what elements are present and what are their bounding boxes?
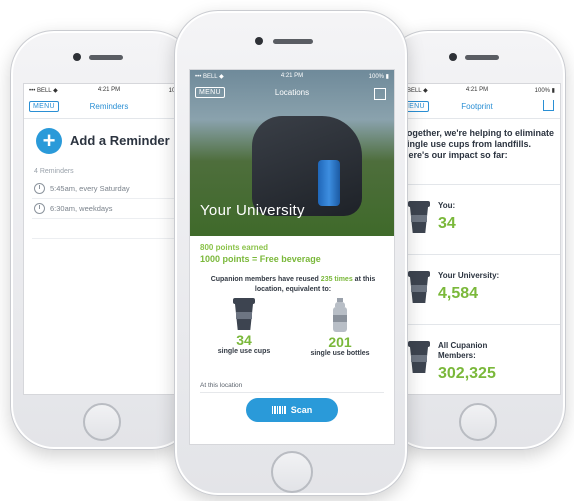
battery-label: 100% ▮ (534, 88, 555, 94)
impact-label: You: (438, 201, 456, 210)
earpiece (273, 39, 313, 44)
impact-value: 4,584 (438, 285, 479, 302)
home-button[interactable] (459, 403, 497, 441)
reuse-count: 235 times (320, 276, 353, 283)
page-title: Footprint (461, 102, 493, 111)
reminder-item[interactable]: 6:30am, weekdays (32, 200, 194, 219)
impact-row: Your University: 4,584 (394, 254, 560, 325)
reminder-count: 4 Reminders (34, 168, 74, 175)
barcode-icon (271, 406, 286, 414)
home-button[interactable] (83, 403, 121, 441)
front-camera (449, 53, 457, 61)
status-bar: ••• BELL ◆ 4:21 PM 100% ▮ (190, 70, 394, 82)
stat-label: single use cups (217, 348, 271, 355)
scan-button[interactable]: Scan (246, 398, 338, 422)
clock-icon (34, 203, 45, 214)
impact-value: 34 (438, 215, 456, 232)
impact-intro: Together, we're helping to eliminate sin… (402, 128, 554, 160)
cup-icon (408, 271, 430, 303)
page-title: Locations (274, 88, 310, 97)
reminder-time: 6:30am, weekdays (50, 204, 113, 213)
reminder-time: 5:45am, every Saturday (50, 184, 130, 193)
impact-value: 302,325 (438, 365, 496, 382)
impact-label: All Cupanion Members: (438, 341, 488, 360)
points-goal: 1000 points = Free beverage (200, 254, 321, 264)
navbar: MENU Footprint (394, 96, 560, 119)
cup-icon (233, 298, 255, 330)
status-bar: ••• BELL ◆ 4:21 PM 100% ▮ (394, 84, 560, 96)
backpack-image (252, 116, 362, 216)
battery-label: 100% ▮ (368, 74, 389, 80)
plus-icon: + (36, 128, 62, 154)
locations-screen: ••• BELL ◆ 4:21 PM 100% ▮ MENU Locations… (189, 69, 395, 445)
bottle-icon (332, 298, 348, 332)
location-name: Your University (200, 202, 305, 219)
divider (200, 392, 384, 393)
stat-value: 34 (236, 332, 252, 348)
earpiece (89, 55, 123, 60)
stat-bottles: 201 single use bottles (300, 298, 380, 357)
reminder-item[interactable]: 5:45am, every Saturday (32, 180, 194, 199)
stat-value: 201 (328, 334, 352, 350)
share-icon[interactable] (374, 88, 386, 100)
footprint-screen: ••• BELL ◆ 4:21 PM 100% ▮ MENU Footprint… (393, 83, 561, 395)
bottle-image (318, 160, 340, 206)
impact-row: All Cupanion Members: 302,325 (394, 324, 560, 394)
clock-icon (34, 183, 45, 194)
impact-row: You: 34 (394, 184, 560, 255)
page-title: Reminders (89, 102, 129, 111)
at-location-label: At this location (200, 382, 243, 389)
clock-label: 4:21 PM (280, 73, 304, 79)
phone-footprint: ••• BELL ◆ 4:21 PM 100% ▮ MENU Footprint… (384, 30, 566, 450)
status-bar: ••• BELL ◆ 4:21 PM 100% ▮ (24, 84, 194, 96)
reuse-prefix: Cupanion members have reused (210, 276, 319, 283)
scan-label: Scan (290, 405, 313, 415)
stat-label: single use bottles (310, 350, 370, 357)
share-icon[interactable] (543, 100, 554, 111)
reminder-empty-row (32, 220, 194, 239)
impact-label: Your University: (438, 271, 500, 280)
front-camera (255, 37, 263, 45)
cup-icon (408, 201, 430, 233)
add-reminder-label: Add a Reminder (70, 133, 170, 148)
navbar: MENU Reminders (24, 96, 194, 119)
points-earned: 800 points earned (200, 243, 269, 252)
phone-locations: ••• BELL ◆ 4:21 PM 100% ▮ MENU Locations… (174, 10, 408, 496)
navbar: MENU Locations (190, 82, 394, 104)
reminders-screen: ••• BELL ◆ 4:21 PM 100% ▮ MENU Reminders… (23, 83, 195, 395)
phone-reminders: ••• BELL ◆ 4:21 PM 100% ▮ MENU Reminders… (10, 30, 196, 450)
home-button[interactable] (271, 451, 313, 493)
reuse-summary: Cupanion members have reused 235 times a… (200, 275, 386, 295)
cup-icon (408, 341, 430, 373)
stat-cups: 34 single use cups (204, 298, 284, 355)
front-camera (73, 53, 81, 61)
earpiece (465, 55, 499, 60)
